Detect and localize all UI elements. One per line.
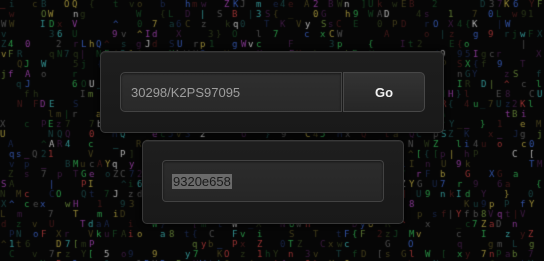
url-input[interactable] [120,72,342,112]
go-button[interactable]: Go [343,72,425,112]
result-field[interactable]: 9320e658 [162,160,384,202]
app-window: Go 9320e658 [0,0,544,261]
result-panel: 9320e658 [142,140,404,224]
result-value[interactable]: 9320e658 [172,173,232,189]
url-form-panel: Go [100,51,444,133]
